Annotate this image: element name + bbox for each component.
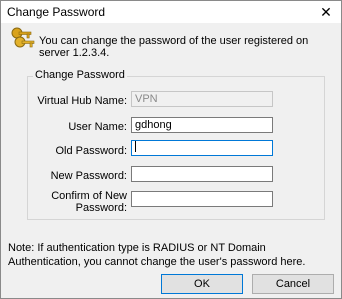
user-name-field[interactable]: [131, 117, 273, 133]
confirm-password-label: Confirm of New Password:: [51, 190, 127, 214]
titlebar: Change Password ✕: [1, 1, 341, 23]
confirm-password-field[interactable]: [131, 191, 273, 207]
auth-note: Note: If authentication type is RADIUS o…: [8, 242, 306, 268]
old-password-label: Old Password:: [55, 145, 127, 157]
keys-icon: [11, 27, 35, 48]
header-message: You can change the password of the user …: [39, 35, 309, 59]
text-caret: [135, 141, 136, 152]
virtual-hub-field: [131, 91, 273, 107]
window-title: Change Password: [7, 5, 106, 19]
ok-button[interactable]: OK: [161, 274, 243, 294]
group-title: Change Password: [33, 69, 127, 81]
user-name-label: User Name:: [68, 121, 127, 133]
new-password-label: New Password:: [50, 170, 127, 182]
old-password-field[interactable]: [131, 140, 273, 156]
cancel-button[interactable]: Cancel: [252, 274, 334, 294]
close-icon[interactable]: ✕: [311, 1, 341, 23]
new-password-field[interactable]: [131, 166, 273, 182]
virtual-hub-label: Virtual Hub Name:: [37, 95, 127, 107]
change-password-dialog: Change Password ✕ You can change the pas…: [0, 0, 342, 299]
